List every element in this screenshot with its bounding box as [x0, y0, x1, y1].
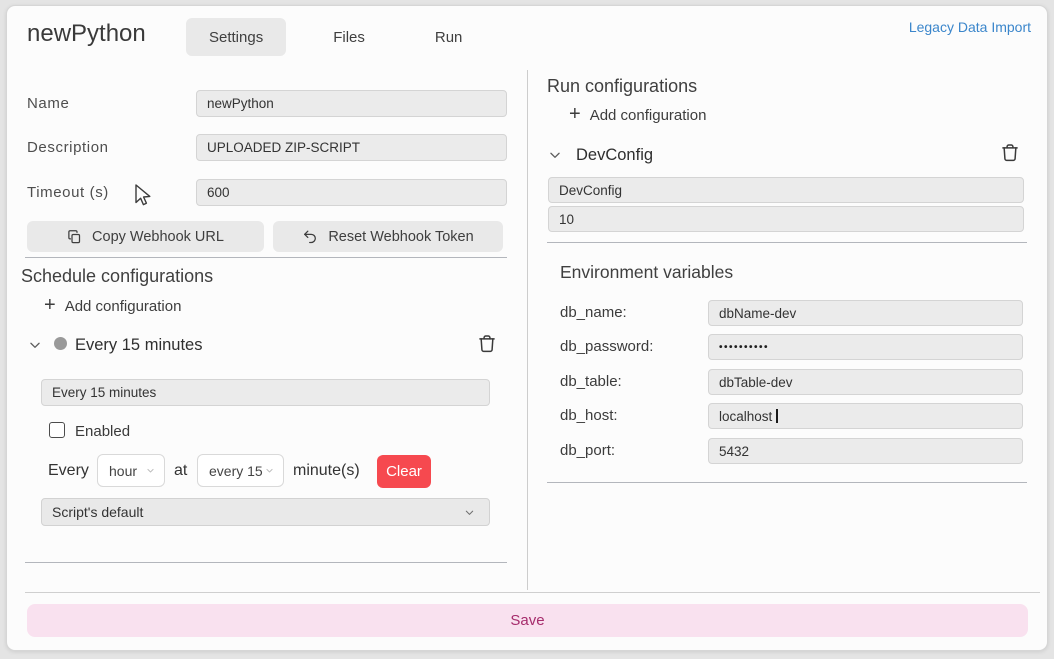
name-label: Name — [27, 90, 69, 117]
minute-select[interactable]: every 15 — [197, 454, 284, 487]
run-config-select[interactable]: Script's default — [41, 498, 490, 526]
run-config-divider — [547, 242, 1027, 243]
add-schedule-configuration-button[interactable]: + Add configuration — [44, 297, 181, 315]
copy-webhook-url-button[interactable]: Copy Webhook URL — [27, 221, 264, 252]
minutes-label: minute(s) — [293, 454, 360, 487]
run-config-item-title: DevConfig — [576, 143, 653, 167]
tab-run[interactable]: Run — [412, 18, 486, 56]
env-value-db-table-input[interactable] — [708, 369, 1023, 395]
copy-webhook-url-label: Copy Webhook URL — [92, 229, 224, 245]
schedule-name-input[interactable] — [41, 379, 490, 406]
save-button[interactable]: Save — [27, 604, 1028, 637]
tab-files[interactable]: Files — [310, 18, 388, 56]
footer-divider — [25, 592, 1040, 593]
add-schedule-configuration-label: Add configuration — [65, 298, 182, 315]
chevron-down-icon[interactable] — [27, 338, 43, 352]
plus-icon: + — [44, 295, 56, 315]
env-key-db-name: db_name: — [560, 300, 627, 326]
schedule-configurations-heading: Schedule configurations — [21, 266, 213, 287]
description-input[interactable] — [196, 134, 507, 161]
schedule-item-title: Every 15 minutes — [75, 333, 202, 357]
env-value-db-host-input[interactable] — [708, 403, 1023, 429]
period-select-value: hour — [109, 463, 137, 479]
run-configurations-heading: Run configurations — [547, 76, 697, 97]
trash-icon[interactable] — [477, 332, 497, 355]
env-value-db-password-input[interactable] — [708, 334, 1023, 360]
run-config-name-input[interactable] — [548, 177, 1024, 203]
period-select[interactable]: hour — [97, 454, 165, 487]
minute-select-value: every 15 — [209, 463, 263, 479]
chevron-down-icon — [145, 466, 156, 475]
reset-webhook-token-button[interactable]: Reset Webhook Token — [273, 221, 503, 252]
tab-bar: Settings Files Run — [186, 18, 485, 56]
tab-settings[interactable]: Settings — [186, 18, 286, 56]
every-label: Every — [48, 454, 89, 487]
copy-icon — [67, 229, 82, 245]
environment-variables-heading: Environment variables — [560, 262, 733, 283]
legacy-data-import-link[interactable]: Legacy Data Import — [909, 19, 1031, 35]
chevron-down-icon — [264, 466, 275, 475]
env-bottom-divider — [547, 482, 1027, 483]
chevron-down-icon[interactable] — [547, 148, 563, 162]
enabled-label: Enabled — [75, 423, 130, 440]
undo-arrow-icon — [302, 229, 318, 244]
trash-icon[interactable] — [1000, 141, 1020, 164]
schedule-status-dot — [54, 337, 67, 350]
env-value-db-port-input[interactable] — [708, 438, 1023, 464]
left-section-divider — [25, 257, 507, 258]
add-run-configuration-button[interactable]: + Add configuration — [569, 106, 706, 124]
env-key-db-password: db_password: — [560, 334, 653, 360]
timeout-input[interactable] — [196, 179, 507, 206]
run-config-timeout-input[interactable] — [548, 206, 1024, 232]
chevron-down-icon — [462, 507, 477, 518]
at-label: at — [174, 454, 187, 487]
reset-webhook-token-label: Reset Webhook Token — [328, 229, 473, 245]
description-label: Description — [27, 134, 109, 161]
enabled-checkbox[interactable] — [49, 422, 65, 438]
run-config-select-value: Script's default — [52, 504, 143, 520]
page-title: newPython — [27, 20, 146, 48]
timeout-label: Timeout (s) — [27, 179, 109, 206]
env-key-db-host: db_host: — [560, 403, 618, 429]
panel-divider — [527, 70, 528, 590]
clear-button[interactable]: Clear — [377, 455, 431, 488]
app-window: { "header": { "title": "newPython", "tab… — [0, 0, 1054, 659]
plus-icon: + — [569, 104, 581, 124]
schedule-bottom-divider — [25, 562, 507, 563]
text-caret — [776, 409, 778, 423]
add-run-configuration-label: Add configuration — [590, 107, 707, 124]
env-key-db-table: db_table: — [560, 369, 622, 395]
env-value-db-name-input[interactable] — [708, 300, 1023, 326]
env-key-db-port: db_port: — [560, 438, 615, 464]
name-input[interactable] — [196, 90, 507, 117]
